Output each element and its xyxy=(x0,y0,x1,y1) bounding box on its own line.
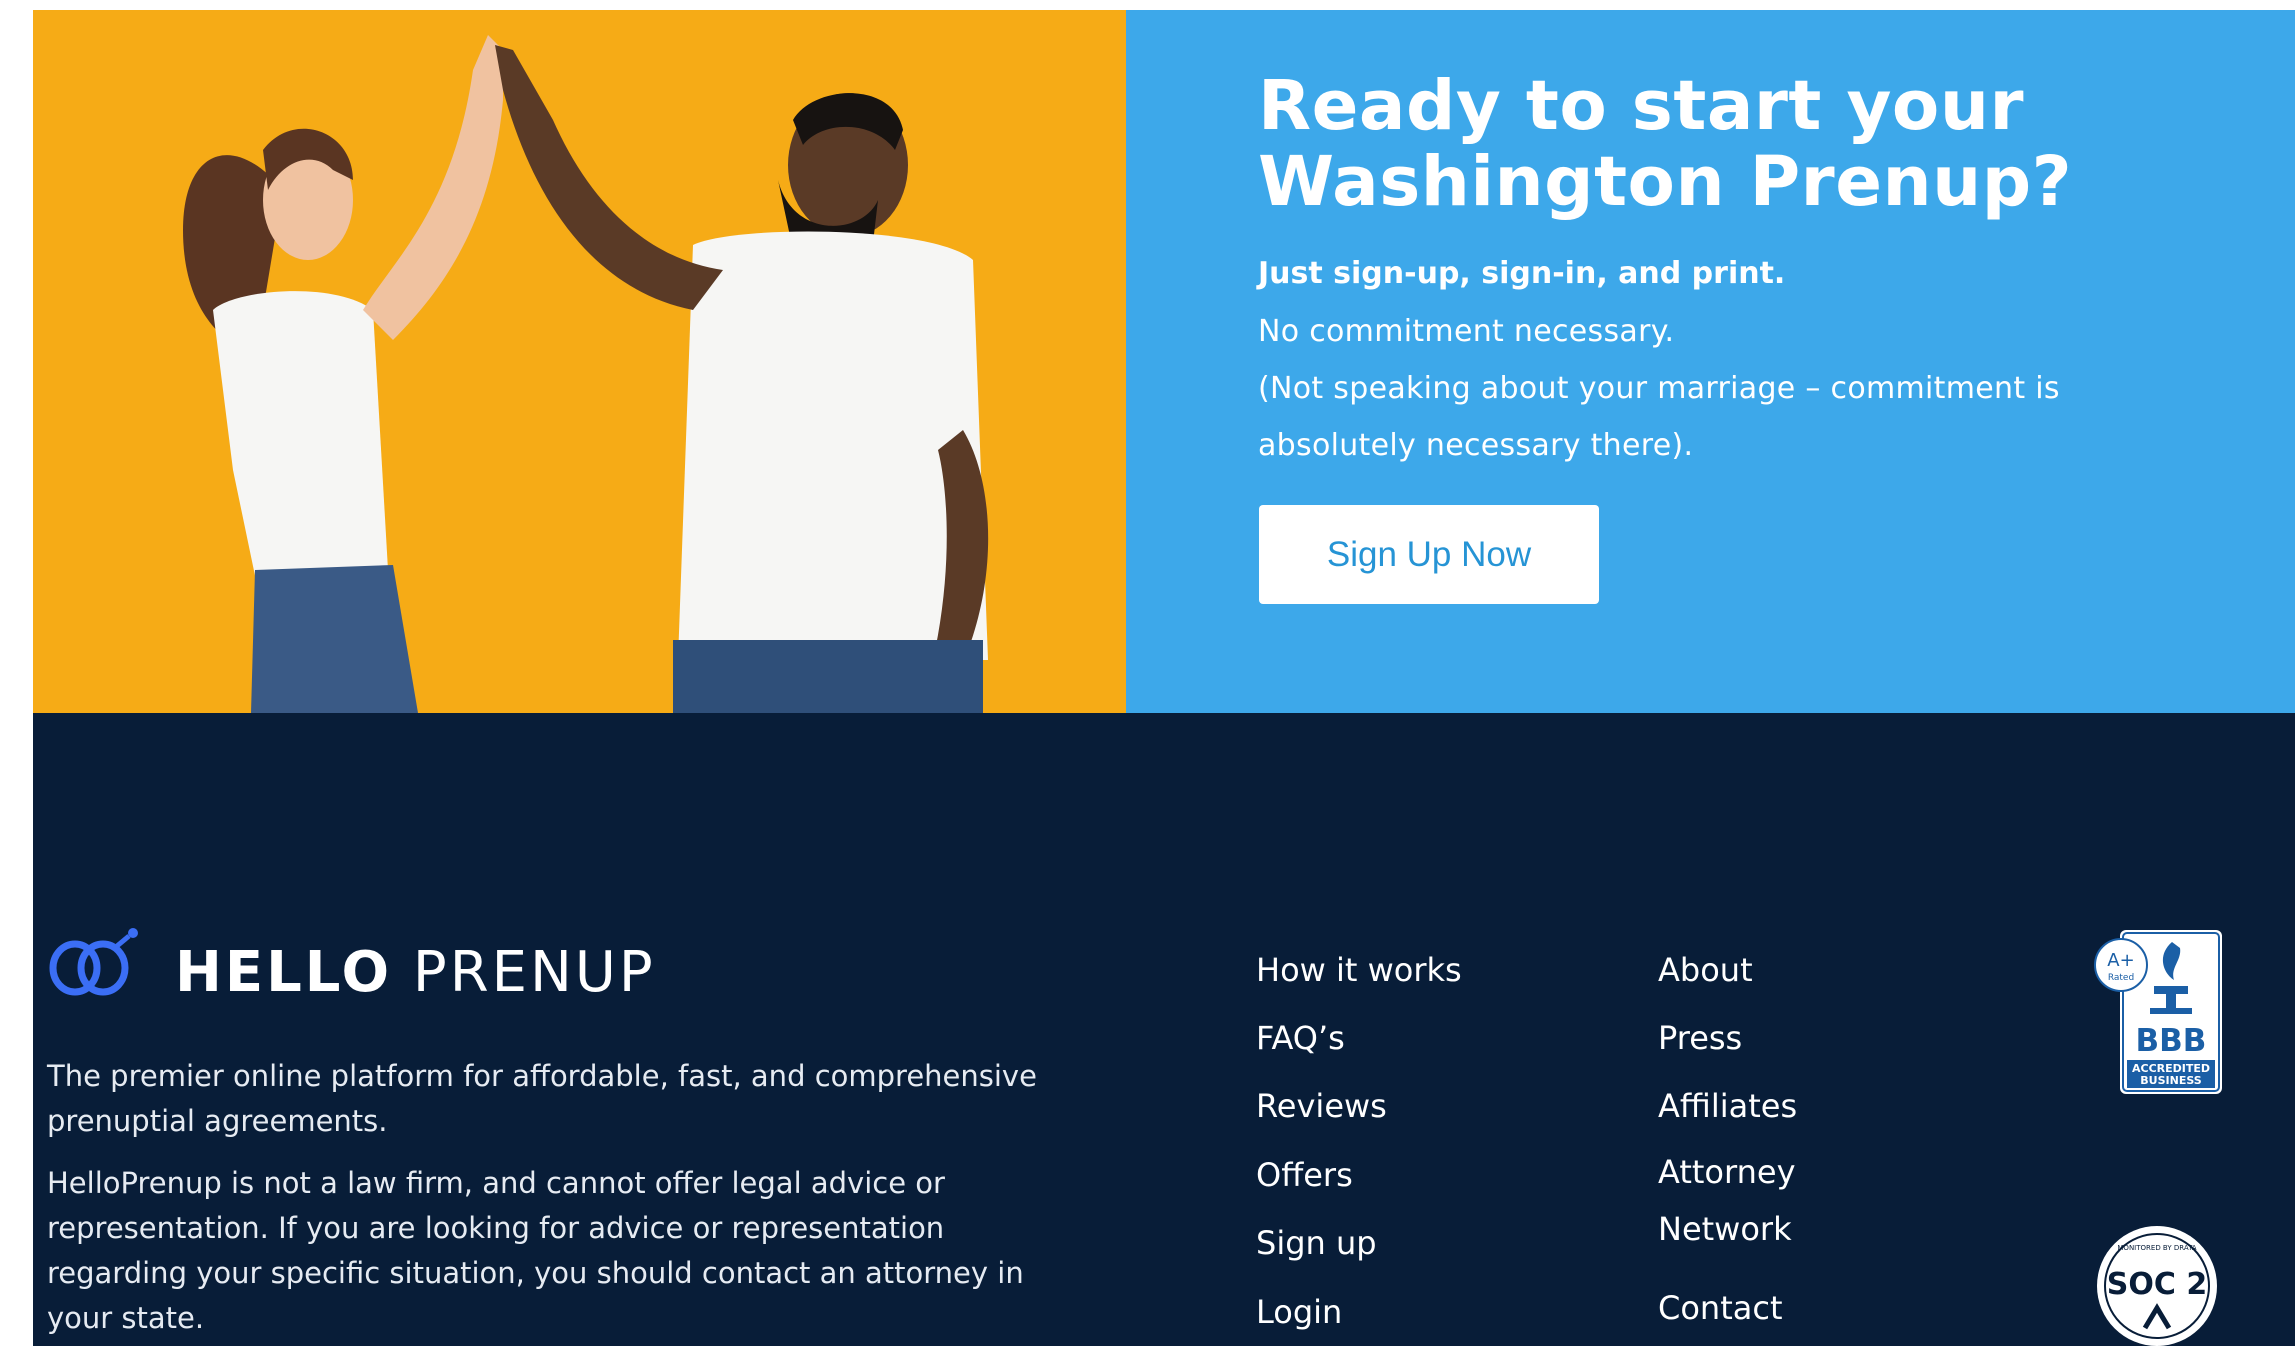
bbb-badge-graphic: BBB ACCREDITED BUSINESS A+ Rated xyxy=(2094,930,2222,1094)
bbb-name: BBB xyxy=(2136,1023,2207,1059)
cta-title: Ready to start your Washington Prenup? xyxy=(1258,66,2073,222)
footer-link-affiliates[interactable]: Affiliates xyxy=(1658,1087,1797,1125)
cta-text-line: No commitment necessary. xyxy=(1258,314,1675,349)
hello-prenup-logo[interactable]: HELLO PRENUP xyxy=(47,928,653,1018)
cta-subtitle: Just sign-up, sign-in, and print. xyxy=(1258,256,1786,291)
rings-logo-icon xyxy=(49,928,138,996)
cta-text-line: (Not speaking about your marriage – comm… xyxy=(1258,371,2060,406)
footer-link-login[interactable]: Login xyxy=(1256,1293,1342,1331)
bbb-accredited-badge[interactable]: BBB ACCREDITED BUSINESS A+ Rated xyxy=(2094,928,2226,1096)
couple-illustration xyxy=(33,10,1126,713)
footer: HELLO PRENUP The premier online platform… xyxy=(33,713,2295,1346)
footer-disclaimer: HelloPrenup is not a law firm, and canno… xyxy=(47,1166,1024,1335)
footer-link-faqs[interactable]: FAQ’s xyxy=(1256,1019,1345,1057)
bbb-business-text: BUSINESS xyxy=(2140,1074,2201,1087)
cta-section: Ready to start your Washington Prenup? J… xyxy=(33,10,2295,713)
footer-link-sign-up[interactable]: Sign up xyxy=(1256,1224,1377,1262)
couple-high-five-photo xyxy=(33,10,1126,713)
footer-link-reviews[interactable]: Reviews xyxy=(1256,1087,1387,1125)
soc2-badge-graphic: MONITORED BY DRATA SOC 2 xyxy=(2097,1226,2217,1346)
soc2-ring-text: MONITORED BY DRATA xyxy=(2117,1244,2196,1252)
logo-wordmark: HELLO PRENUP xyxy=(175,943,656,1003)
cta-text-line: absolutely necessary there). xyxy=(1258,428,1694,463)
soc2-badge[interactable]: MONITORED BY DRATA SOC 2 xyxy=(2095,1224,2219,1346)
footer-tagline: The premier online platform for affordab… xyxy=(47,1059,1037,1138)
soc2-label: SOC 2 xyxy=(2107,1267,2207,1302)
sign-up-now-button[interactable]: Sign Up Now xyxy=(1259,505,1599,604)
footer-link-contact[interactable]: Contact xyxy=(1658,1289,1783,1327)
cta-panel: Ready to start your Washington Prenup? J… xyxy=(1126,10,2295,713)
footer-link-attorney-network[interactable]: Attorney Network xyxy=(1658,1144,1858,1258)
logo-prenup: PRENUP xyxy=(412,940,656,1005)
footer-link-offers[interactable]: Offers xyxy=(1256,1156,1353,1194)
bbb-rating: A+ xyxy=(2107,950,2134,971)
bbb-rated: Rated xyxy=(2108,973,2134,983)
footer-link-how-it-works[interactable]: How it works xyxy=(1256,951,1462,989)
logo-hello: HELLO xyxy=(175,940,393,1005)
footer-link-press[interactable]: Press xyxy=(1658,1019,1742,1057)
footer-link-about[interactable]: About xyxy=(1658,951,1753,989)
